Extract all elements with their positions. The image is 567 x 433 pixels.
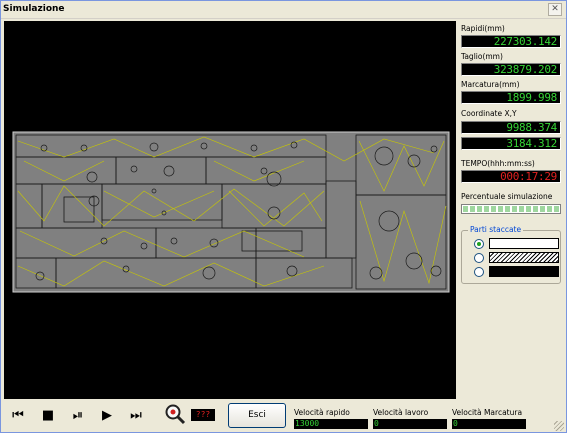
rapido-speed-label: Velocità rapido [294,408,350,417]
radio-hatched[interactable] [474,253,484,263]
simulation-window: Simulazione ✕ Rapidi(mm) 227303.142 Tagl… [0,0,567,433]
marcatura-speed-value: 0 [452,419,526,429]
tempo-label: TEMPO(hhh:mm:ss) [461,159,535,168]
play-icon[interactable]: ▶ [99,409,115,423]
radio-black[interactable] [474,267,484,277]
exit-button[interactable]: Esci [228,403,286,428]
lavoro-speed-value: 0 [373,419,447,429]
zoom-value: ??? [191,409,215,421]
nesting-drawing [12,131,450,293]
skip-to-start-icon[interactable]: ⏮ [10,409,26,423]
rapidi-value: 227303.142 [461,35,561,48]
sheet [12,131,450,293]
swatch-black [489,266,559,277]
parti-staccate-group: Parti staccate [461,225,561,284]
taglio-label: Taglio(mm) [461,52,503,61]
tempo-value: 000:17:29 [461,170,561,183]
marcatura-speed-label: Velocità Marcatura [452,408,523,417]
radio-white[interactable] [474,239,484,249]
parti-staccate-title: Parti staccate [468,225,524,234]
marcatura-value: 1899.998 [461,91,561,104]
marcatura-label: Marcatura(mm) [461,80,520,89]
control-bar: ⏮ ■ ⏯ ▶ ⏭ ??? Esci Velocità rapido 13000… [1,399,566,433]
window-title: Simulazione [3,4,65,14]
simulation-canvas[interactable] [4,21,456,399]
taglio-value: 323879.202 [461,63,561,76]
rapidi-label: Rapidi(mm) [461,24,505,33]
fast-forward-icon[interactable]: ⏭ [128,409,144,423]
progress-fill [463,206,559,212]
swatch-hatched [489,252,559,263]
zoom-icon[interactable] [163,402,187,426]
coordinates-label: Coordinate X,Y [461,109,517,118]
simulation-progress-bar [461,204,561,214]
step-forward-icon[interactable]: ⏯ [70,409,86,423]
rapido-speed-value: 13000 [294,419,368,429]
coordinate-x-value: 9988.374 [461,121,561,134]
coordinate-y-value: 3184.312 [461,137,561,150]
stop-icon[interactable]: ■ [40,409,56,423]
resize-grip[interactable] [554,421,564,431]
title-bar: Simulazione ✕ [1,1,566,19]
swatch-white [489,238,559,249]
lavoro-speed-label: Velocità lavoro [373,408,429,417]
close-icon[interactable]: ✕ [548,3,562,16]
percent-label: Percentuale simulazione [461,192,553,201]
